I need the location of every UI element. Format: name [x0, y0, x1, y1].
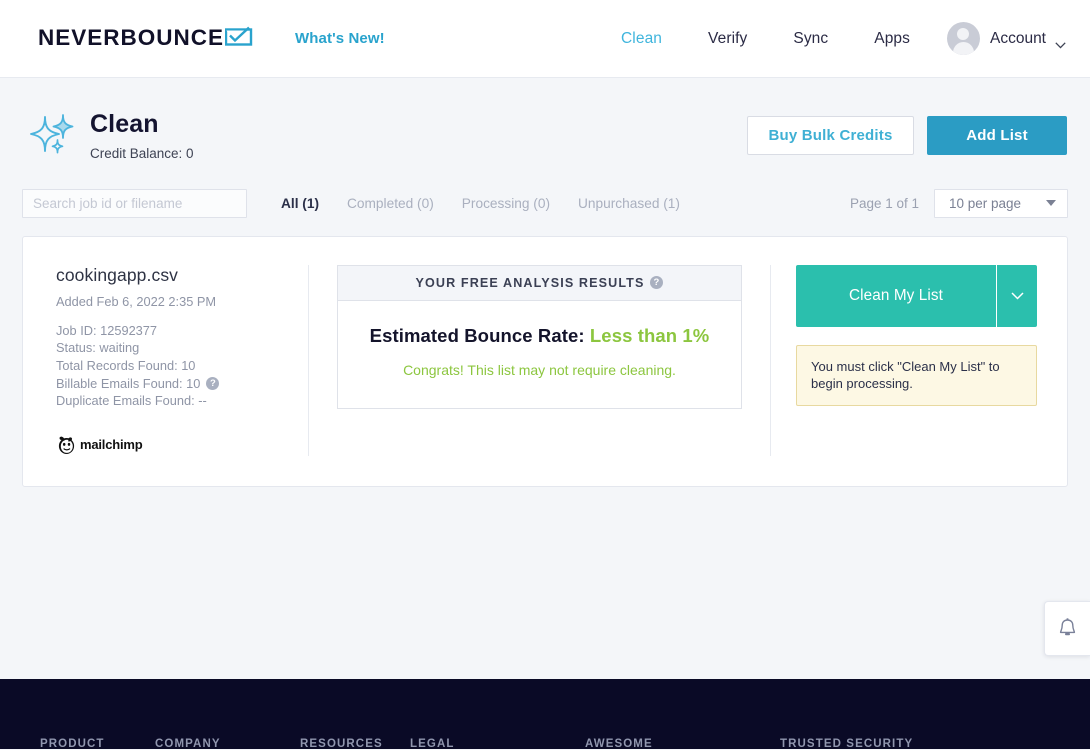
mailchimp-wordmark: mailchimp: [80, 437, 143, 453]
action-column: Clean My List You must click "Clean My L…: [771, 264, 1043, 456]
mailchimp-logo: mailchimp: [56, 434, 290, 456]
account-label: Account: [989, 29, 1046, 47]
bounce-rate-value: Less than 1%: [589, 324, 710, 346]
filter-bar: All (1) Completed (0) Processing (0) Unp…: [22, 183, 1068, 236]
job-billable-emails-row: Billable Emails Found: 10 ?: [56, 375, 290, 393]
processing-notice: You must click "Clean My List" to begin …: [796, 344, 1037, 406]
page-indicator: Page 1 of 1: [849, 195, 919, 211]
job-info-column: cookingapp.csv Added Feb 6, 2022 2:35 PM…: [47, 264, 309, 456]
chevron-down-icon: [1055, 36, 1066, 49]
job-total-records: Total Records Found: 10: [56, 357, 196, 373]
chevron-down-icon: [1010, 292, 1024, 300]
mailchimp-freddie-icon: [58, 436, 75, 454]
whats-new-link[interactable]: What's New!: [295, 30, 385, 47]
job-id: Job ID: 12592377: [56, 322, 158, 338]
bounce-rate-label: Estimated Bounce Rate:: [369, 324, 585, 346]
sparkle-icon: [30, 111, 76, 159]
page-title: Clean: [90, 110, 159, 138]
nav-item-verify[interactable]: Verify: [685, 30, 770, 48]
job-card: cookingapp.csv Added Feb 6, 2022 2:35 PM…: [22, 235, 1068, 487]
per-page-select[interactable]: 10 per page: [934, 188, 1068, 218]
top-navigation-bar: NEVERBOUNCE What's New! Clean Verify Syn…: [0, 0, 1090, 78]
analysis-results-header: YOUR FREE ANALYSIS RESULTS ?: [338, 265, 741, 301]
search-input[interactable]: [22, 188, 247, 218]
account-menu[interactable]: Account: [946, 22, 1066, 55]
nav-item-clean[interactable]: Clean: [598, 30, 685, 48]
nav-item-apps[interactable]: Apps: [851, 30, 933, 48]
congrats-message: Congrats! This list may not require clea…: [403, 361, 676, 378]
footer-heading-trusted-security: TRUSTED SECURITY: [780, 738, 914, 750]
page-content: Clean Credit Balance: 0 Buy Bulk Credits…: [0, 78, 1090, 487]
clean-my-list-button[interactable]: Clean My List: [796, 264, 1037, 327]
tab-unpurchased[interactable]: Unpurchased (1): [564, 196, 694, 211]
tab-all[interactable]: All (1): [267, 196, 333, 211]
analysis-results-box: YOUR FREE ANALYSIS RESULTS ? Estimated B…: [337, 264, 742, 409]
job-billable-emails: Billable Emails Found: 10: [56, 375, 201, 391]
analysis-column: YOUR FREE ANALYSIS RESULTS ? Estimated B…: [309, 264, 771, 456]
user-avatar-icon: [946, 22, 980, 55]
per-page-value: 10 per page: [949, 195, 1022, 211]
nav-item-sync[interactable]: Sync: [770, 30, 851, 48]
add-list-button[interactable]: Add List: [927, 115, 1067, 155]
footer-heading-legal: LEGAL: [410, 738, 455, 750]
site-footer: PRODUCT COMPANY RESOURCES LEGAL AWESOME …: [0, 679, 1090, 750]
estimated-bounce-rate-row: Estimated Bounce Rate: Less than 1%: [350, 325, 729, 347]
main-nav: Clean Verify Sync Apps Account: [598, 22, 1066, 55]
footer-columns: PRODUCT COMPANY RESOURCES LEGAL AWESOME …: [22, 679, 1068, 750]
question-mark-icon[interactable]: ?: [650, 276, 664, 290]
footer-heading-product: PRODUCT: [40, 738, 105, 750]
analysis-results-body: Estimated Bounce Rate: Less than 1% Cong…: [338, 301, 741, 408]
clean-my-list-dropdown-toggle[interactable]: [997, 265, 1037, 327]
brand-logo[interactable]: NEVERBOUNCE: [38, 26, 253, 52]
credit-balance: Credit Balance: 0: [90, 145, 194, 161]
pagination-controls: Page 1 of 1 10 per page: [849, 188, 1068, 218]
page-header-actions: Buy Bulk Credits Add List: [747, 115, 1068, 155]
brand-name: NEVERBOUNCE: [38, 25, 225, 51]
bell-icon: [1059, 618, 1076, 636]
analysis-results-title: YOUR FREE ANALYSIS RESULTS: [415, 275, 645, 290]
job-added-date: Added Feb 6, 2022 2:35 PM: [56, 293, 217, 309]
tab-processing[interactable]: Processing (0): [448, 196, 564, 211]
job-duplicate-emails: Duplicate Emails Found: --: [56, 393, 207, 409]
footer-heading-awesome: AWESOME: [585, 738, 653, 750]
notifications-tab[interactable]: [1044, 601, 1090, 656]
job-status: Status: waiting: [56, 340, 140, 356]
page-header-text: Clean Credit Balance: 0: [90, 110, 194, 161]
caret-down-icon: [1046, 200, 1056, 207]
status-filter-tabs: All (1) Completed (0) Processing (0) Unp…: [267, 196, 694, 211]
question-mark-icon[interactable]: ?: [206, 376, 220, 390]
envelope-check-icon: [224, 26, 253, 52]
tab-completed[interactable]: Completed (0): [333, 196, 448, 211]
job-meta-list: Job ID: 12592377 Status: waiting Total R…: [56, 322, 290, 410]
footer-heading-company: COMPANY: [155, 738, 221, 750]
page-header: Clean Credit Balance: 0 Buy Bulk Credits…: [22, 78, 1068, 183]
job-file-name: cookingapp.csv: [56, 264, 179, 285]
footer-heading-resources: RESOURCES: [300, 738, 383, 750]
clean-my-list-label: Clean My List: [849, 286, 943, 304]
buy-bulk-credits-button[interactable]: Buy Bulk Credits: [747, 115, 914, 155]
